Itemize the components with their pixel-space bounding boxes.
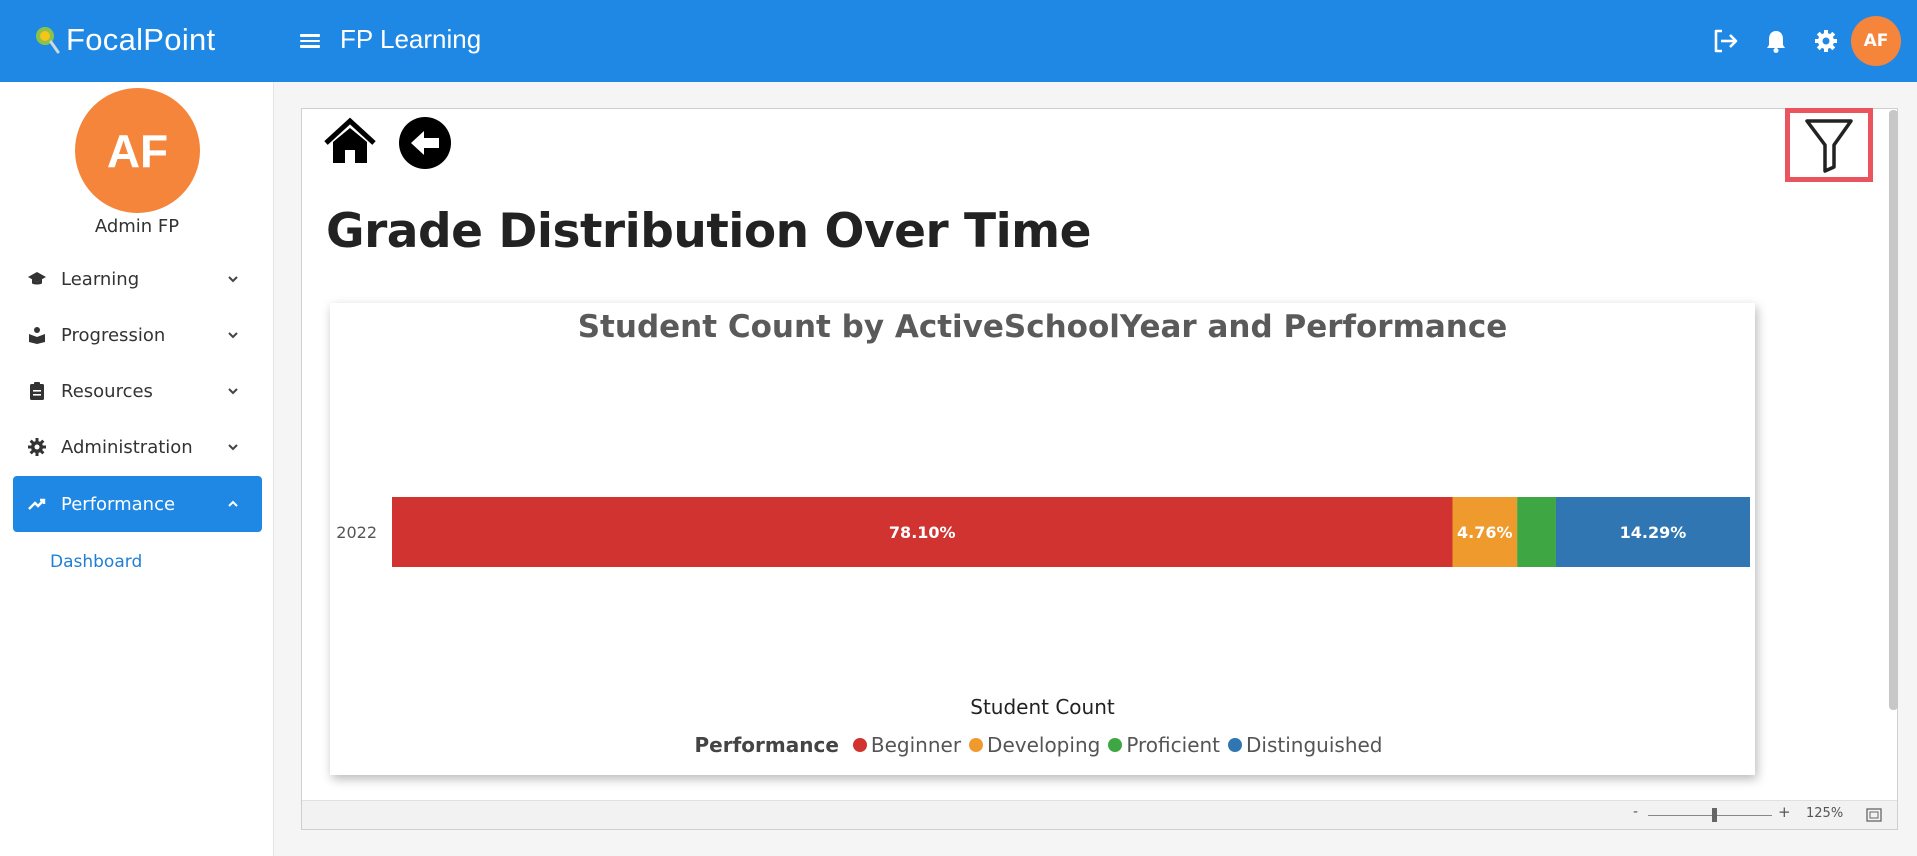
legend-dot [1228, 738, 1243, 752]
legend-label: Developing [987, 733, 1101, 757]
page-title: Grade Distribution Over Time [326, 204, 1092, 259]
data-label: 14.29% [1620, 523, 1687, 542]
sidebar-item-label: Resources [61, 380, 153, 402]
app-title: FP Learning [340, 24, 482, 54]
zoom-slider-thumb[interactable] [1712, 808, 1717, 822]
zoom-out-button[interactable]: - [1633, 804, 1638, 820]
brand[interactable]: FocalPoint [34, 22, 215, 58]
data-label: 4.76% [1457, 523, 1513, 542]
sidebar-subitem-dashboard[interactable]: Dashboard [50, 552, 142, 572]
sidebar-item-label: Progression [61, 324, 166, 346]
legend-dot [969, 738, 984, 752]
legend-item-beginner[interactable]: Beginner [852, 733, 962, 757]
y-tick-label: 2022 [336, 523, 377, 542]
clipboard-icon [30, 382, 44, 400]
gear-icon [28, 438, 46, 456]
chevron-up-icon [228, 500, 238, 507]
sidebar-item-performance[interactable]: Performance [13, 476, 262, 532]
legend-label: Beginner [870, 733, 962, 757]
sidebar-item-resources[interactable]: Resources [13, 363, 262, 419]
legend-title: Performance [694, 733, 839, 757]
brand-name: FocalPoint [66, 22, 216, 57]
funnel-filter-icon [1805, 119, 1853, 173]
chevron-down-icon [228, 388, 238, 395]
x-axis-label: Student Count [970, 695, 1115, 719]
legend-item-developing[interactable]: Developing [969, 733, 1100, 757]
legend-dot [1108, 738, 1123, 752]
zoom-slider-track[interactable] [1648, 815, 1772, 816]
sidebar-item-label: Administration [61, 436, 193, 458]
sidebar-item-label: Learning [61, 268, 140, 290]
zoom-level: 125% [1806, 806, 1844, 821]
legend-label: Proficient [1126, 733, 1221, 757]
home-icon[interactable] [322, 117, 378, 167]
top-app-bar: FocalPoint FP Learning AF [0, 0, 1917, 82]
sidebar-avatar: AF [75, 88, 200, 213]
legend-item-distinguished[interactable]: Distinguished [1228, 733, 1383, 757]
sidebar-item-learning[interactable]: Learning [13, 251, 262, 307]
zoom-in-button[interactable]: + [1778, 803, 1791, 821]
menu-toggle-button[interactable] [300, 31, 320, 49]
sidebar-item-label: Performance [61, 493, 176, 515]
vertical-scrollbar[interactable] [1889, 110, 1898, 710]
data-label: 78.10% [889, 523, 956, 542]
bell-icon[interactable] [1762, 27, 1790, 55]
sidebar-item-progression[interactable]: Progression [13, 307, 262, 363]
chart-legend: Performance Beginner Developing Proficient… [330, 733, 1755, 757]
chevron-down-icon [228, 332, 238, 339]
sidebar-item-administration[interactable]: Administration [13, 419, 262, 475]
bar-segment-proficient[interactable] [1517, 497, 1556, 567]
book-reader-icon [29, 327, 45, 344]
graduation-cap-icon [28, 272, 46, 285]
focalpoint-logo-icon [36, 27, 60, 54]
legend-dot [852, 738, 867, 752]
user-avatar[interactable]: AF [1851, 16, 1901, 66]
fit-to-page-icon[interactable] [1866, 808, 1882, 822]
legend-item-proficient[interactable]: Proficient [1108, 733, 1220, 757]
logout-icon[interactable] [1711, 27, 1739, 55]
legend-label: Distinguished [1246, 733, 1383, 757]
chart-card: Student Count by ActiveSchoolYear and Pe… [330, 303, 1755, 775]
sidebar: AF Admin FP Learning Progression Resourc… [0, 82, 274, 856]
settings-gear-icon[interactable] [1812, 27, 1840, 55]
chevron-down-icon [228, 444, 238, 451]
chevron-down-icon [228, 276, 238, 283]
back-arrow-icon[interactable] [398, 116, 452, 170]
sidebar-user-name: Admin FP [94, 216, 180, 237]
filter-button[interactable] [1785, 108, 1873, 182]
trending-up-icon [28, 498, 46, 510]
